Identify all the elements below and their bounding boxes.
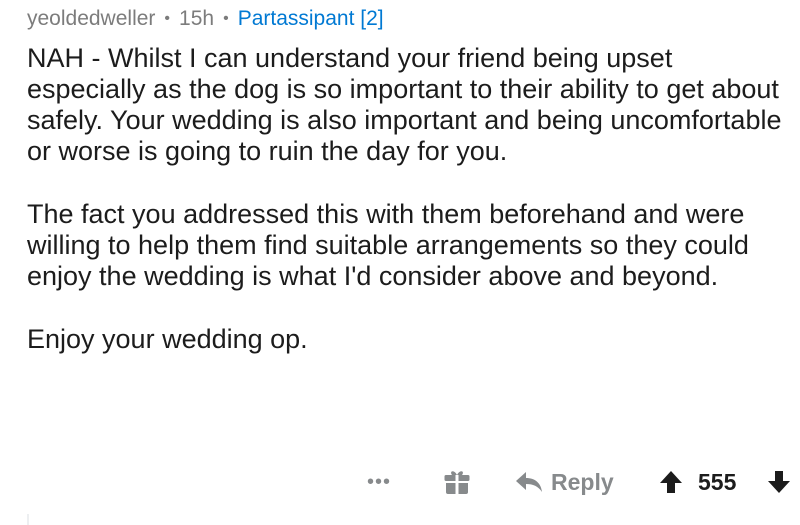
- comment-paragraph: NAH - Whilst I can understand your frien…: [27, 43, 782, 166]
- reply-arrow-icon: [516, 472, 542, 492]
- meta-separator: •: [223, 10, 229, 27]
- thread-line[interactable]: [27, 514, 29, 525]
- meta-separator: •: [164, 10, 171, 27]
- more-dots-icon[interactable]: •••: [359, 462, 399, 502]
- gift-icon[interactable]: [443, 468, 471, 496]
- author-name[interactable]: yeoldedweller: [27, 7, 155, 31]
- comment: yeoldedweller • 15h • Partassipant [2] N…: [27, 0, 790, 525]
- vote-score: 555: [698, 468, 737, 495]
- user-flair: Partassipant [2]: [237, 7, 384, 30]
- comment-actions: ••• Reply 555: [327, 462, 790, 502]
- comment-age[interactable]: 15h: [179, 7, 214, 31]
- arrow-down-icon[interactable]: [767, 470, 791, 494]
- arrow-up-icon[interactable]: [659, 470, 683, 494]
- comment-body: NAH - Whilst I can understand your frien…: [27, 43, 787, 387]
- reply-label: Reply: [551, 468, 614, 495]
- comment-paragraph: The fact you addressed this with them be…: [27, 199, 749, 291]
- reply-button[interactable]: Reply: [515, 462, 614, 502]
- comment-meta: yeoldedweller • 15h • Partassipant [2]: [27, 6, 384, 32]
- comment-paragraph: Enjoy your wedding op.: [27, 324, 308, 354]
